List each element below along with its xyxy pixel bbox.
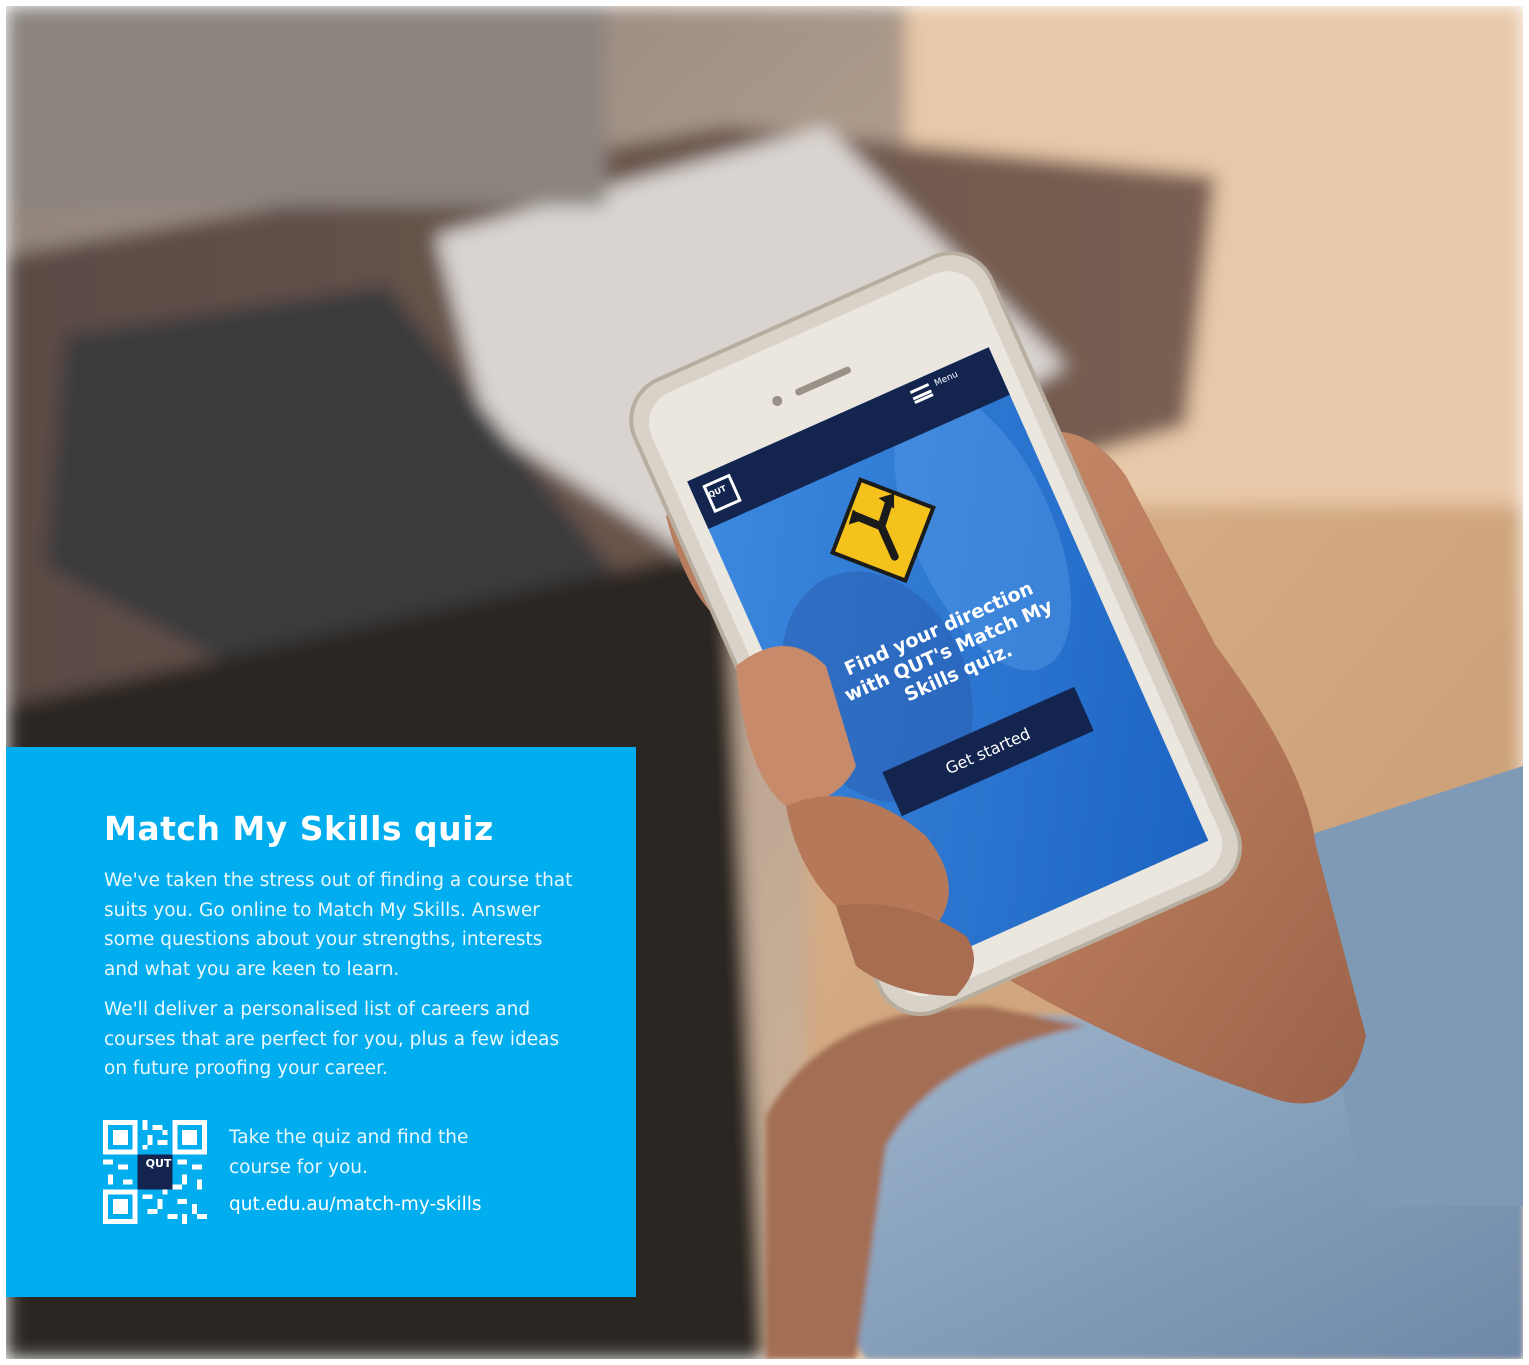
quiz-url-link[interactable]: qut.edu.au/match-my-skills <box>229 1193 482 1217</box>
promo-title: Match My Skills quiz <box>104 809 494 848</box>
promo-paragraph-1: We've taken the stress out of finding a … <box>104 870 573 980</box>
promo-paragraph-2: We'll deliver a personalised list of car… <box>104 999 560 1079</box>
qr-qut-logo: QUT <box>145 1157 172 1170</box>
quiz-call-to-action: Take the quiz and find the course for yo… <box>229 1127 469 1178</box>
promo-panel: Match My Skills quiz We've taken the str… <box>6 747 636 1297</box>
qr-code-icon[interactable] <box>103 1120 207 1224</box>
